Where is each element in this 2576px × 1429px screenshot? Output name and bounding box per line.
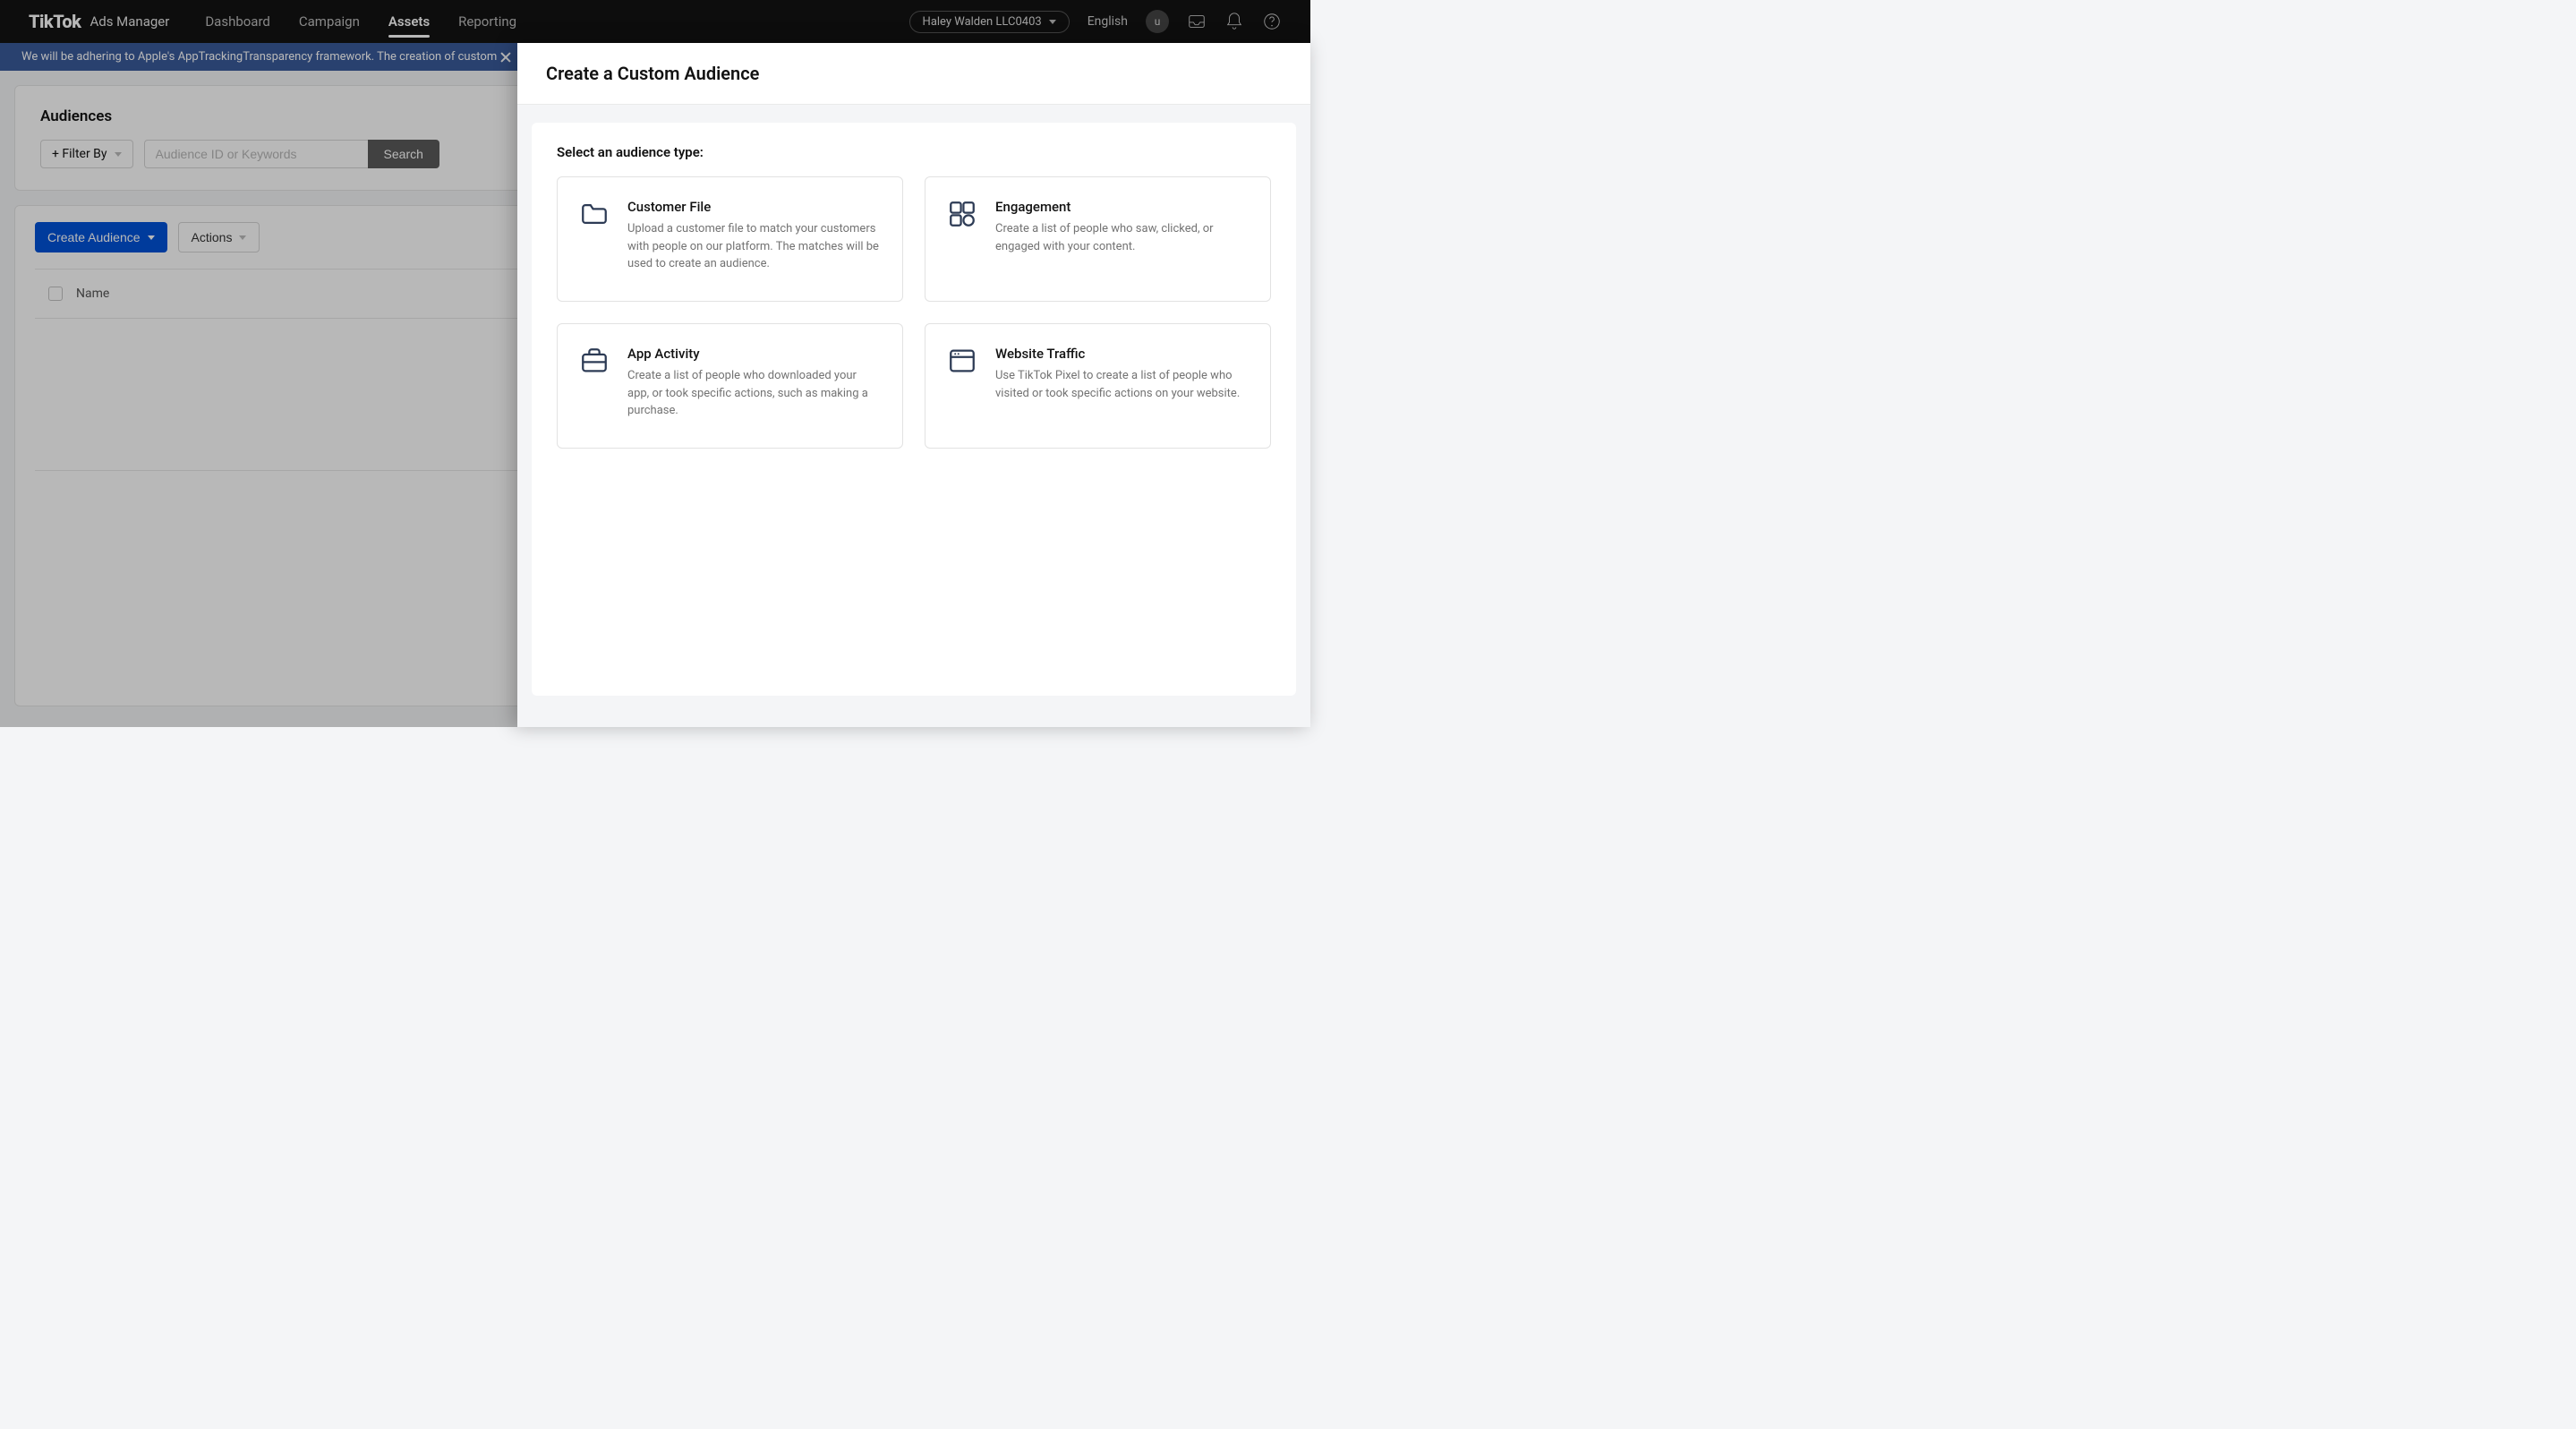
option-customer-file[interactable]: Customer File Upload a customer file to …	[557, 176, 903, 302]
briefcase-icon	[579, 346, 610, 376]
option-desc: Upload a customer file to match your cus…	[627, 220, 881, 273]
option-title: Customer File	[627, 199, 881, 215]
engagement-icon	[947, 199, 977, 229]
option-title: Engagement	[995, 199, 1249, 215]
option-title: Website Traffic	[995, 346, 1249, 362]
option-website-traffic[interactable]: Website Traffic Use TikTok Pixel to crea…	[925, 323, 1271, 449]
option-desc: Use TikTok Pixel to create a list of peo…	[995, 367, 1249, 402]
option-engagement[interactable]: Engagement Create a list of people who s…	[925, 176, 1271, 302]
browser-icon	[947, 346, 977, 376]
panel-card: Select an audience type: Customer File U…	[532, 123, 1296, 696]
panel-subtitle: Select an audience type:	[557, 144, 1271, 160]
option-desc: Create a list of people who saw, clicked…	[995, 220, 1249, 255]
option-title: App Activity	[627, 346, 881, 362]
option-app-activity[interactable]: App Activity Create a list of people who…	[557, 323, 903, 449]
folder-icon	[579, 199, 610, 229]
option-desc: Create a list of people who downloaded y…	[627, 367, 881, 420]
panel-title: Create a Custom Audience	[517, 43, 1310, 105]
create-custom-audience-panel: Create a Custom Audience Select an audie…	[517, 43, 1310, 727]
